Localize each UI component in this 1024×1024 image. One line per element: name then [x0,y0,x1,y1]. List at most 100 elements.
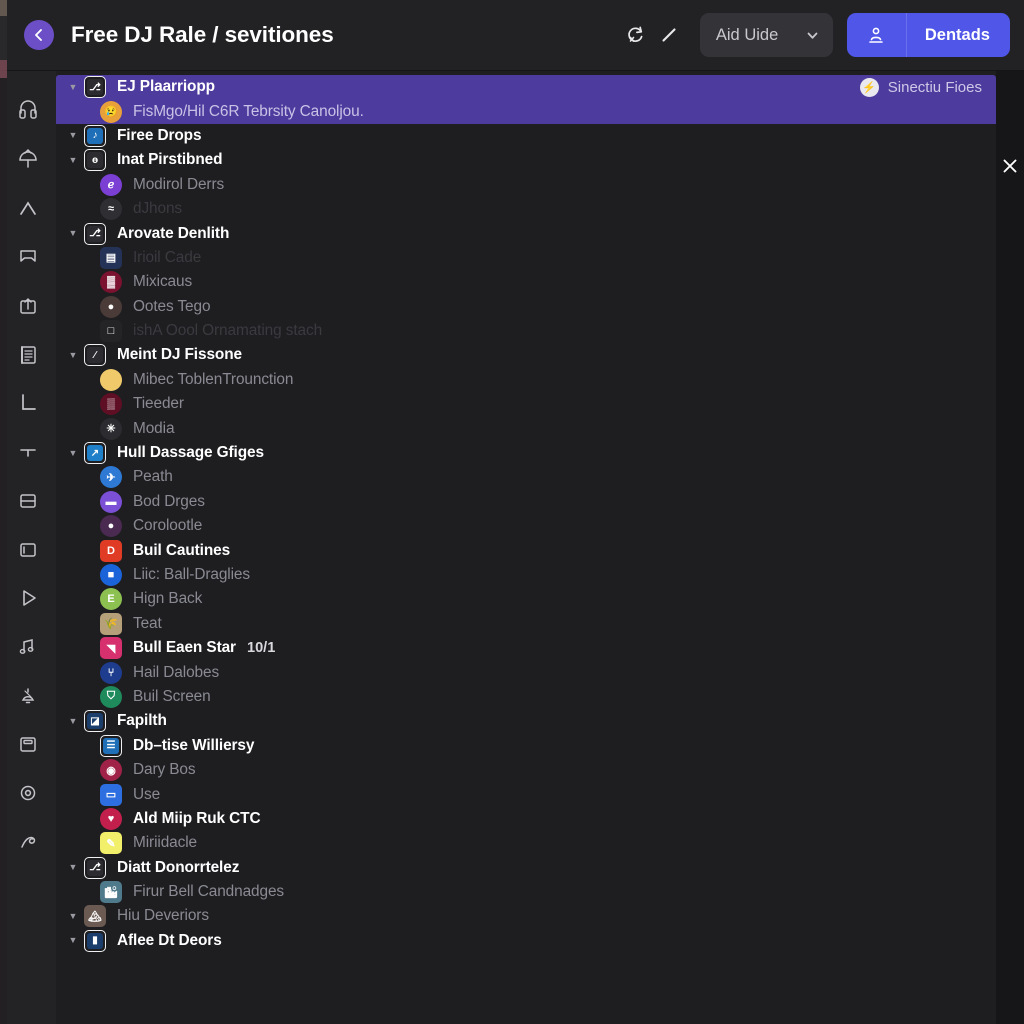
list-item[interactable]: ▼▓Mixicaus [56,270,996,294]
list-item[interactable]: ▼♥Ald Miip Ruk CTC [56,807,996,831]
aid-uide-dropdown[interactable]: Aid Uide [699,13,833,57]
list-item[interactable]: ▼✈Peath [56,465,996,489]
list-item[interactable]: ▼ℯModirol Derrs [56,173,996,197]
rail-item-scribble[interactable] [4,817,52,866]
expand-caret-icon[interactable]: ▼ [64,155,82,165]
list-item[interactable]: ▼≈dJhons [56,197,996,221]
list-item[interactable]: ▼ ◪ Fapilth [56,709,996,733]
list-item[interactable]: ▼ ∕ Meint DJ Fissone [56,343,996,367]
rail-item-headphones[interactable] [4,87,52,136]
list-item[interactable]: ▼■Liic: Ball-Draglies [56,563,996,587]
list-item-label: Firee Drops [117,126,202,144]
list-item-icon: ⎇ [84,222,106,245]
expand-caret-icon[interactable]: ▼ [64,131,82,140]
list-item[interactable]: ▼●Corolootle [56,514,996,538]
list-item[interactable]: ▼DBuil Cautines [56,538,996,562]
rail-item-document-list[interactable] [4,330,52,379]
rail-item-music-note[interactable] [4,623,52,672]
list-item-label: Teat [133,614,162,632]
window-icon [16,538,40,562]
expand-caret-icon[interactable]: ▼ [64,350,82,360]
list-item-label: Fapilth [117,712,167,730]
list-item[interactable]: ▼☰Db–tise Williersy [56,734,996,758]
list-item[interactable]: ▼EHign Back [56,587,996,611]
rail-item-chevron-up[interactable] [4,184,52,233]
list-item[interactable]: ▼ 🏔 Hiu Deveriors [56,904,996,928]
list-item[interactable]: ▼◥Bull Eaen Star10/1 [56,636,996,660]
list-item-icon: ▒ [100,393,122,416]
list-item[interactable]: ▼⛉Buil Screen [56,685,996,709]
list-item-label: Modirol Derrs [133,175,225,193]
expand-caret-icon[interactable]: ▼ [64,229,82,238]
list-item[interactable]: ▼✎Miriidacle [56,831,996,855]
list-item-icon: □ [100,320,122,343]
expand-caret-icon[interactable]: ▼ [64,716,82,726]
list-item[interactable]: ▼ ⎇ Arovate Denlith [56,221,996,245]
rail-item-play[interactable] [4,574,52,623]
list-item-icon: ◥ [100,637,122,660]
refresh-icon[interactable] [618,18,652,52]
chevron-left-icon [31,27,47,43]
headphones-icon [16,99,40,123]
list-item[interactable]: ▼🌾Teat [56,612,996,636]
list-item[interactable]: ▼▬Bod Drges [56,490,996,514]
rail-item-bell[interactable] [4,671,52,720]
rail-item-inbox-upload[interactable] [4,282,52,331]
rail-item-umbrella[interactable] [4,136,52,185]
list-item[interactable]: ▼⑂Hail Dalobes [56,660,996,684]
inbox-upload-icon [16,294,40,318]
bell-icon [16,684,40,708]
list-item-label: Bod Drges [133,492,205,510]
list-item[interactable]: ▼▤Irioil Cade [56,246,996,270]
list-item[interactable]: ▼▒Tieeder [56,392,996,416]
expand-caret-icon[interactable]: ▼ [64,911,82,921]
list-item-label: Irioil Cade [133,248,202,266]
list-item-label: Arovate Denlith [117,224,230,242]
person-icon [847,13,907,57]
list-item[interactable]: ▼□ishA Oool Ornamating stach [56,319,996,343]
music-note-icon [16,635,40,659]
list-item-icon: ✎ [100,832,122,855]
rail-item-window[interactable] [4,525,52,574]
list-item[interactable]: ▼▭Use [56,782,996,806]
expand-caret-icon[interactable]: ▼ [64,82,82,92]
list-item[interactable]: ▼ ♪ Firee Drops [56,124,996,148]
dentads-button-label: Dentads [924,25,990,44]
list-item-icon: 🏔 [84,905,106,928]
rail-item-corner-bracket[interactable] [4,379,52,428]
rail-item-tee[interactable] [4,428,52,477]
list-item[interactable]: ▼ ↗ Hull Dassage Gfiges [56,441,996,465]
rail-item-card[interactable] [4,720,52,769]
list-item-label: Hign Back [133,590,203,608]
pencil-icon[interactable] [652,18,686,52]
back-button[interactable] [24,20,54,50]
list-item[interactable]: ▼ ɵ Inat Pirstibned [56,148,996,172]
expand-caret-icon[interactable]: ▼ [64,936,82,945]
list-item[interactable]: ▼●Ootes Tego [56,295,996,319]
tree-list[interactable]: ▼⎇EJ Plaarriopp⚡Sinectiu Fioes▼😢FisMgo/H… [56,71,996,1024]
body: ▼⎇EJ Plaarriopp⚡Sinectiu Fioes▼😢FisMgo/H… [0,71,1024,1024]
list-item[interactable]: ▼Mibec ToblenTrounction [56,368,996,392]
list-item[interactable]: ▼✳Modia [56,416,996,440]
list-item-status[interactable]: ⚡ Sinectiu Fioes [859,75,982,99]
list-item[interactable]: ▼😢FisMgo/Hil C6R Tebrsity Canoljou. [56,99,996,124]
close-icon[interactable] [999,155,1021,177]
rail-item-target[interactable] [4,769,52,818]
list-item-icon: ♥ [100,807,122,830]
list-item[interactable]: ▼ ▮ Aflee Dt Deors [56,929,996,953]
list-item[interactable]: ▼◉Dary Bos [56,758,996,782]
expand-caret-icon[interactable]: ▼ [64,448,82,458]
list-item-icon: ■ [100,564,122,586]
rail-item-split-panel[interactable] [4,477,52,526]
list-item-icon: ⎇ [84,76,106,99]
card-icon [16,732,40,756]
expand-caret-icon[interactable]: ▼ [64,863,82,872]
list-item[interactable]: ▼🏙Firur Bell Candnadges [56,880,996,904]
list-item-icon: ɵ [84,149,106,172]
chevron-down-icon [805,28,820,43]
list-item[interactable]: ▼ ⎇ Diatt Donorrtelez [56,856,996,880]
dentads-button[interactable]: Dentads [846,13,1010,57]
list-item[interactable]: ▼ ⎇ EJ Plaarriopp ⚡ Sinectiu Fioes [56,75,996,100]
rail-item-bookmark[interactable] [4,233,52,282]
list-item-label: Bull Eaen Star [133,639,236,657]
